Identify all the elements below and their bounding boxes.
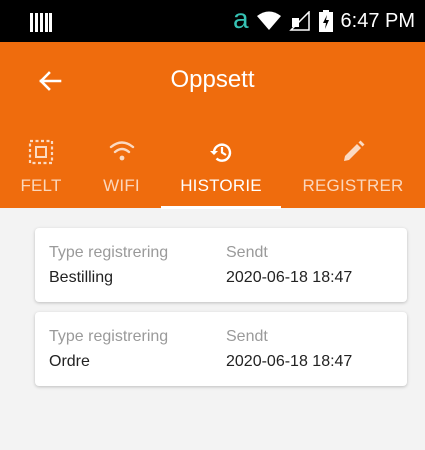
- app-bar: Oppsett FELT WIFI HISTORIE REGISTRER: [0, 42, 425, 209]
- tab-registrer[interactable]: REGISTRER: [281, 130, 425, 208]
- cell-signal-icon: [288, 11, 310, 31]
- sent-label: Sendt: [226, 328, 268, 345]
- tab-felt[interactable]: FELT: [0, 130, 82, 208]
- wifi-signal-icon: [256, 11, 281, 30]
- back-arrow-icon[interactable]: [33, 64, 67, 98]
- type-label: Type registrering: [49, 244, 169, 261]
- tab-wifi-label: WIFI: [103, 176, 140, 195]
- history-item[interactable]: Type registrering Sendt Bestilling 2020-…: [35, 228, 407, 302]
- barcode-icon: [30, 13, 52, 32]
- tab-felt-label: FELT: [20, 176, 62, 195]
- tab-registrer-label: REGISTRER: [302, 176, 404, 195]
- pencil-icon: [344, 140, 365, 161]
- status-bar: a 6:47 PM: [0, 0, 425, 42]
- tab-bar: FELT WIFI HISTORIE REGISTRER: [0, 130, 425, 209]
- type-value: Bestilling: [49, 269, 114, 286]
- sent-label: Sendt: [226, 244, 268, 261]
- wifi-icon: [109, 141, 134, 161]
- history-icon: [210, 143, 232, 162]
- tab-historie-label: HISTORIE: [180, 176, 262, 195]
- tab-historie[interactable]: HISTORIE: [161, 130, 281, 208]
- type-label: Type registrering: [49, 328, 169, 345]
- sent-value: 2020-06-18 18:47: [226, 353, 353, 370]
- amazon-app-icon: a: [232, 3, 249, 34]
- dotted-square-icon: [28, 139, 54, 165]
- history-item[interactable]: Type registrering Sendt Ordre 2020-06-18…: [35, 312, 407, 386]
- sent-value: 2020-06-18 18:47: [226, 269, 353, 286]
- tab-wifi[interactable]: WIFI: [82, 130, 161, 208]
- type-value: Ordre: [49, 353, 90, 370]
- active-tab-indicator: [161, 206, 281, 209]
- battery-charging-icon: [318, 10, 333, 32]
- status-time: 6:47 PM: [340, 9, 415, 32]
